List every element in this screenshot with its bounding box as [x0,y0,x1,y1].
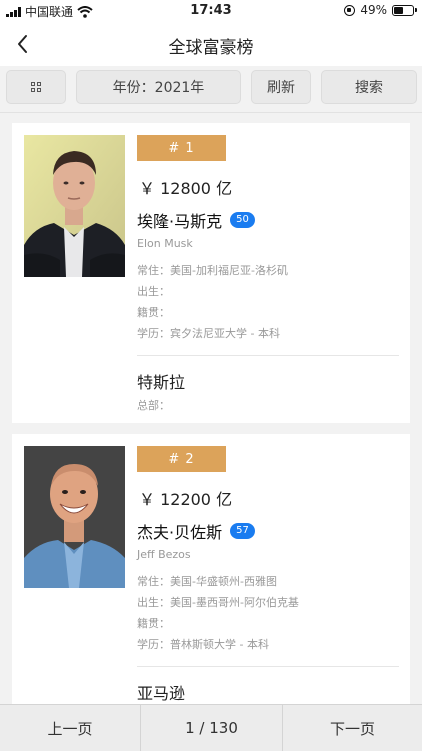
headquarters: 总部： [137,399,170,412]
rotation-lock-icon [344,4,356,16]
page-title: 全球富豪榜 [168,38,254,58]
person-info: 常住：美国-华盛顿州-西雅图 出生：美国-墨西哥州-阿尔伯克基 籍贯： 学历：普… [137,571,299,655]
toolbar: 年份：2021年 刷新 搜索 [0,66,422,113]
year-select-button[interactable]: 年份：2021年 [76,70,241,104]
company-name: 亚马逊 [137,684,186,703]
rank-badge: # 2 [137,446,226,472]
english-name: Elon Musk [137,237,193,250]
net-worth: ￥ 12200 亿 [139,490,233,509]
refresh-button[interactable]: 刷新 [251,70,311,104]
nav-bar: 全球富豪榜 [0,22,422,66]
status-right: 49% [344,3,417,17]
person-name: 杰夫·贝佐斯 [137,523,223,542]
pagination-bar: 上一页 1 / 130 下一页 [0,704,422,751]
net-worth: ￥ 12800 亿 [139,179,233,198]
divider [137,355,399,356]
rank-badge: # 1 [137,135,226,161]
education: 学历：宾夕法尼亚大学 - 本科 [137,327,280,340]
grid-view-button[interactable] [6,70,66,104]
battery-percent: 49% [360,3,387,17]
person-photo [24,135,125,277]
age-badge: 50 [230,212,255,228]
birthplace: 出生：美国-墨西哥州-阿尔伯克基 [137,596,299,609]
residence: 常住：美国-加利福尼亚-洛杉矶 [137,264,288,277]
company-name: 特斯拉 [137,373,186,392]
prev-page-button[interactable]: 上一页 [0,705,140,751]
person-card[interactable]: # 1 ￥ 12800 亿 埃隆·马斯克 50 Elon Musk 常住：美国-… [12,123,410,423]
person-photo [24,446,125,588]
person-name: 埃隆·马斯克 [137,212,223,231]
name-row: 埃隆·马斯克 50 [137,208,255,232]
battery-fill [394,6,403,14]
name-row: 杰夫·贝佐斯 57 [137,519,255,543]
age-badge: 57 [230,523,255,539]
page-indicator: 1 / 130 [140,705,282,751]
divider [137,666,399,667]
search-button[interactable]: 搜索 [321,70,417,104]
grid-icon [31,82,41,92]
birthplace: 出生： [137,285,170,298]
english-name: Jeff Bezos [137,548,191,561]
person-card[interactable]: # 2 ￥ 12200 亿 杰夫·贝佐斯 57 Jeff Bezos 常住：美国… [12,434,410,714]
education: 学历：普林斯顿大学 - 本科 [137,638,269,651]
battery-icon [392,4,417,16]
native-place: 籍贯： [137,306,170,319]
person-info: 常住：美国-加利福尼亚-洛杉矶 出生： 籍贯： 学历：宾夕法尼亚大学 - 本科 [137,260,288,344]
next-page-button[interactable]: 下一页 [282,705,422,751]
residence: 常住：美国-华盛顿州-西雅图 [137,575,277,588]
status-bar: 中国联通 17:43 49% [0,0,422,22]
native-place: 籍贯： [137,617,170,630]
